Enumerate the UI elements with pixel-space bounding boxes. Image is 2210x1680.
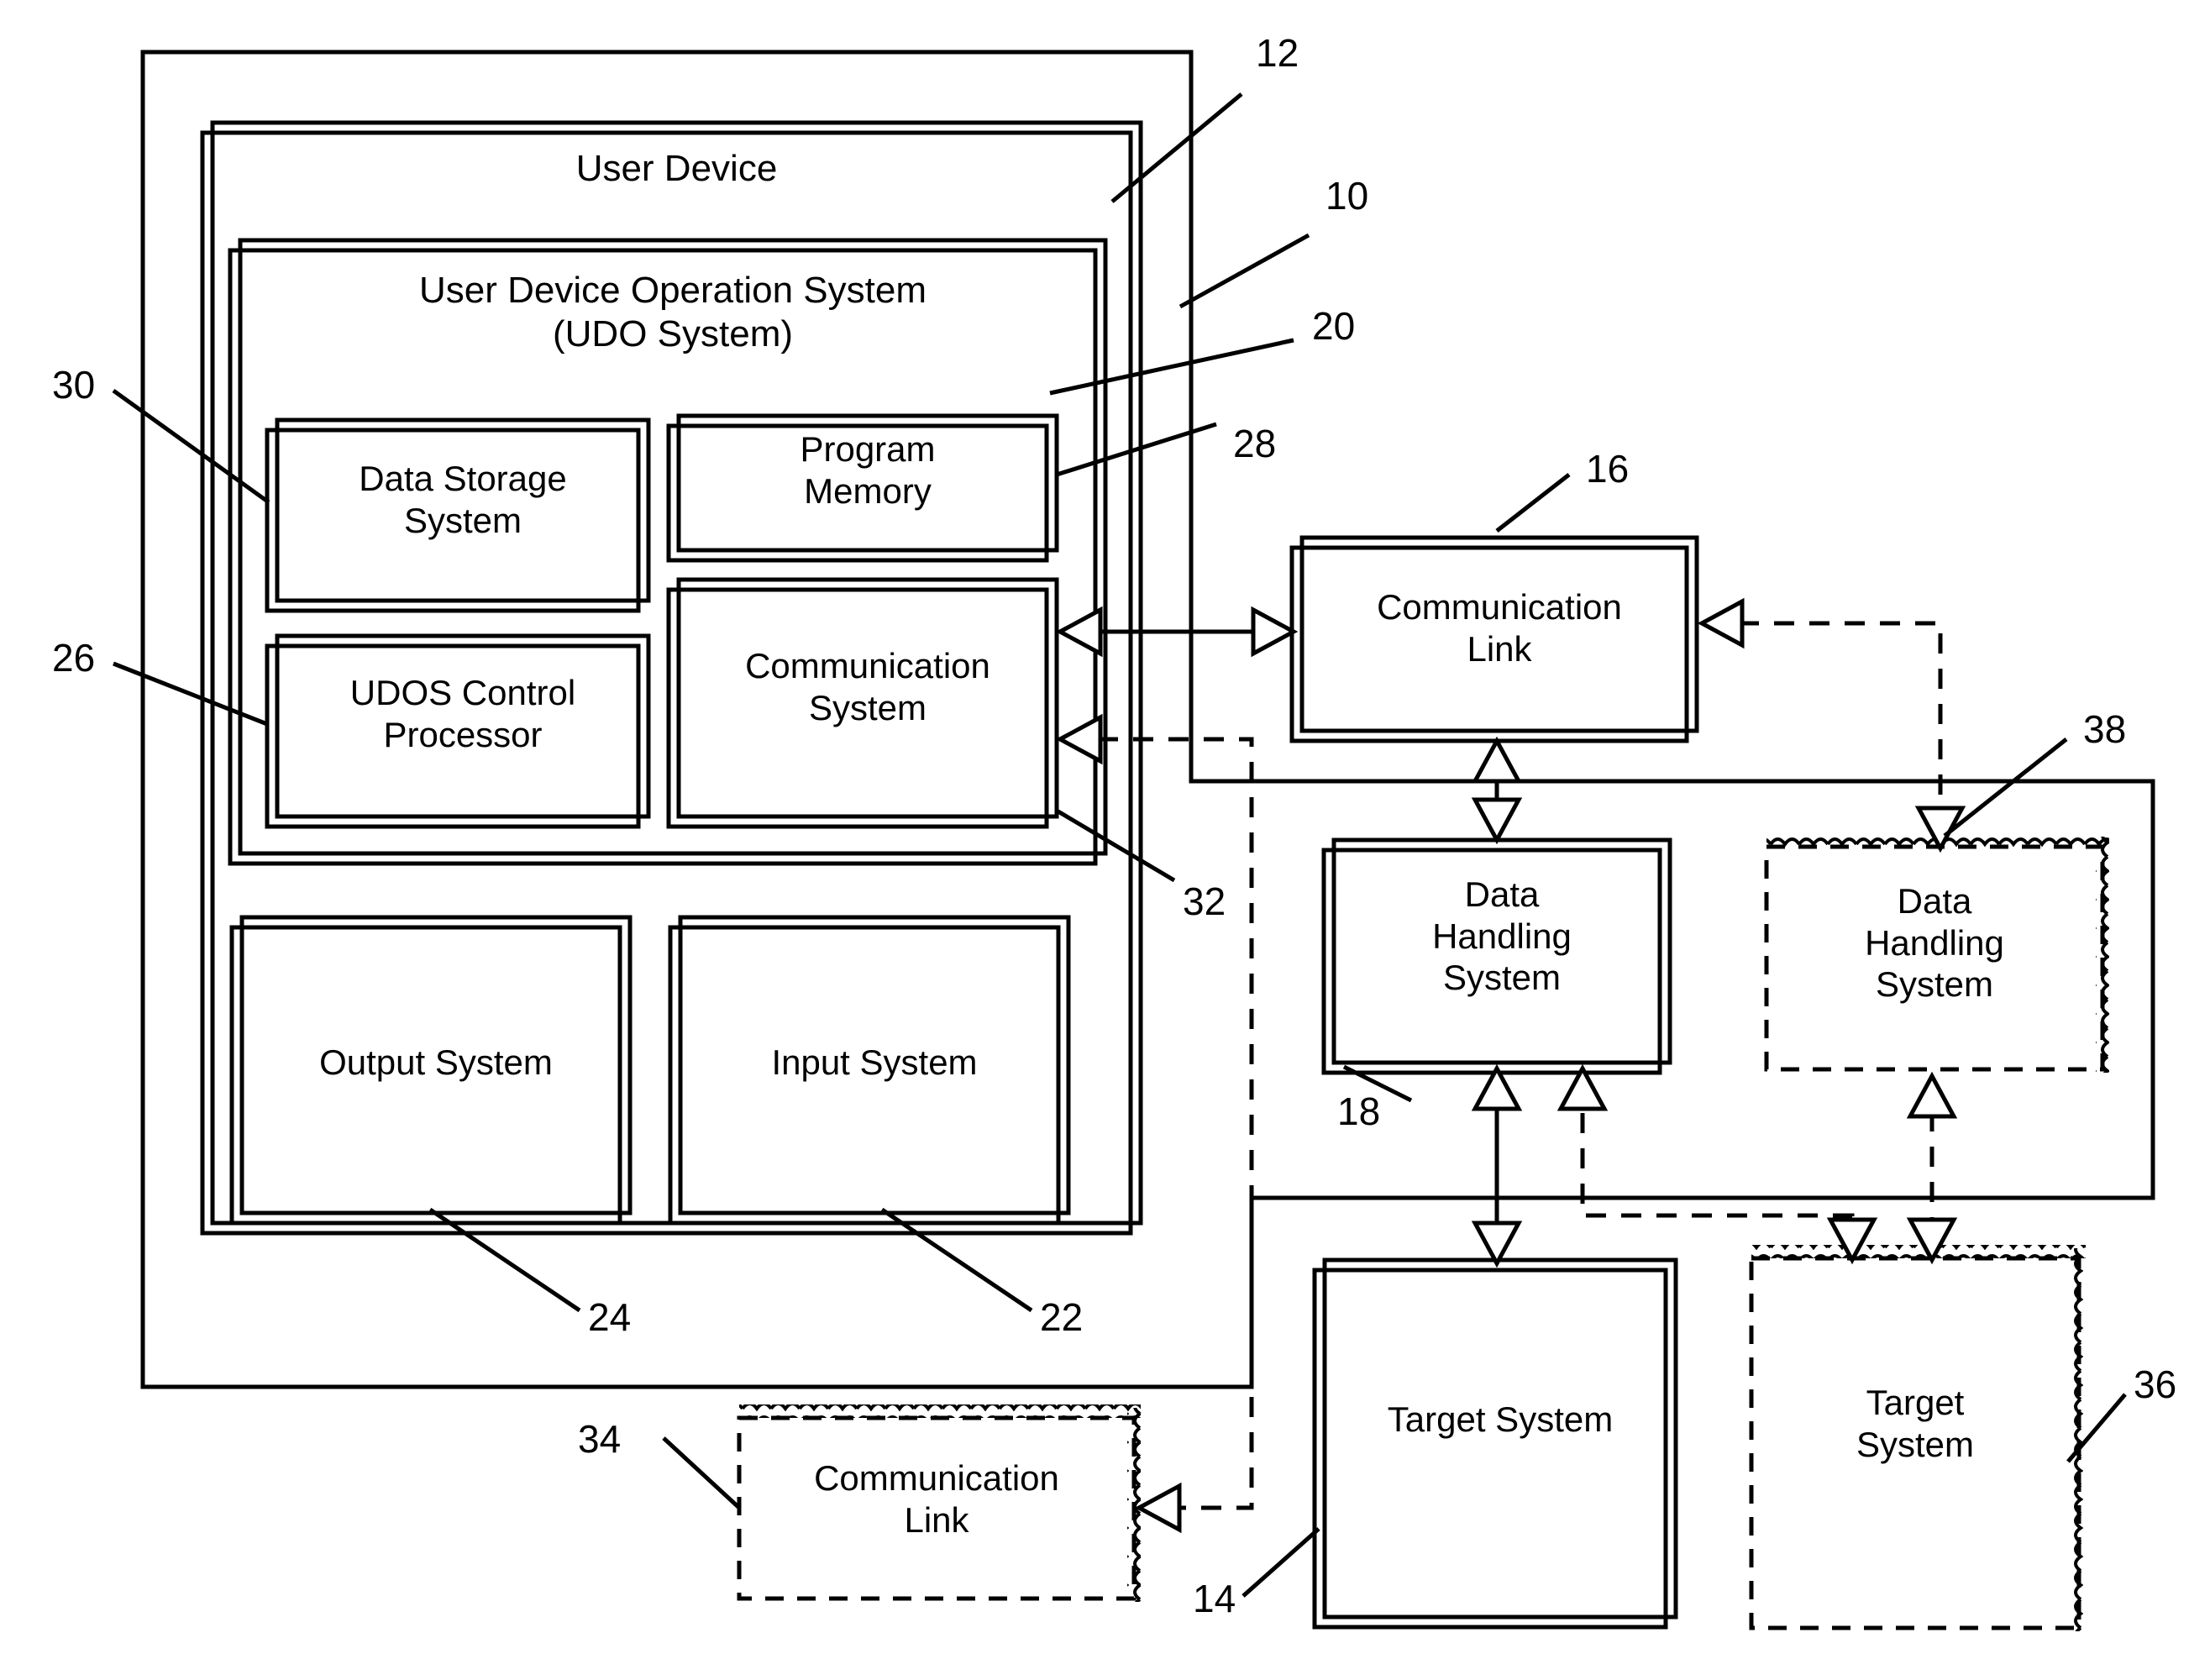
- diagram-line-layer: [112, 50, 2155, 1631]
- reference-numeral-36: 36: [2134, 1362, 2177, 1406]
- reference-numeral-38: 38: [2083, 707, 2127, 751]
- udos-control-processor-box-26: [265, 633, 651, 829]
- reference-numeral-20: 20: [1312, 304, 1356, 348]
- target-system-box-36: [1749, 1256, 2081, 1630]
- reference-numeral-10: 10: [1325, 174, 1369, 218]
- reference-numeral-24: 24: [588, 1295, 632, 1339]
- reference-numeral-34: 34: [578, 1417, 622, 1461]
- reference-numeral-14: 14: [1193, 1577, 1236, 1620]
- reference-numeral-22: 22: [1040, 1295, 1084, 1339]
- input-system-box-22: [668, 915, 1071, 1226]
- reference-numeral-18: 18: [1337, 1089, 1381, 1133]
- communication-link-box-34: [737, 1415, 1136, 1601]
- reference-numeral-12: 12: [1256, 31, 1299, 75]
- reference-numeral-26: 26: [52, 636, 96, 680]
- reference-numeral-30: 30: [52, 363, 96, 407]
- output-system-box-24: [229, 915, 633, 1226]
- reference-numeral-32: 32: [1183, 879, 1226, 923]
- reference-numeral-28: 28: [1233, 422, 1277, 465]
- program-memory-box-28: [666, 413, 1059, 563]
- target-system-box-14: [1312, 1257, 1678, 1630]
- solid-connectors: [1063, 629, 1499, 1257]
- data-handling-system-box-18: [1321, 837, 1672, 1075]
- data-storage-box-30: [265, 417, 651, 613]
- reference-numeral-16: 16: [1586, 447, 1630, 491]
- data-handling-system-box-38: [1764, 844, 2105, 1072]
- communication-system-box-32: [666, 577, 1059, 829]
- communication-link-box-16: [1289, 535, 1699, 743]
- patent-figure-canvas: User Device User Device Operation System…: [0, 0, 2210, 1680]
